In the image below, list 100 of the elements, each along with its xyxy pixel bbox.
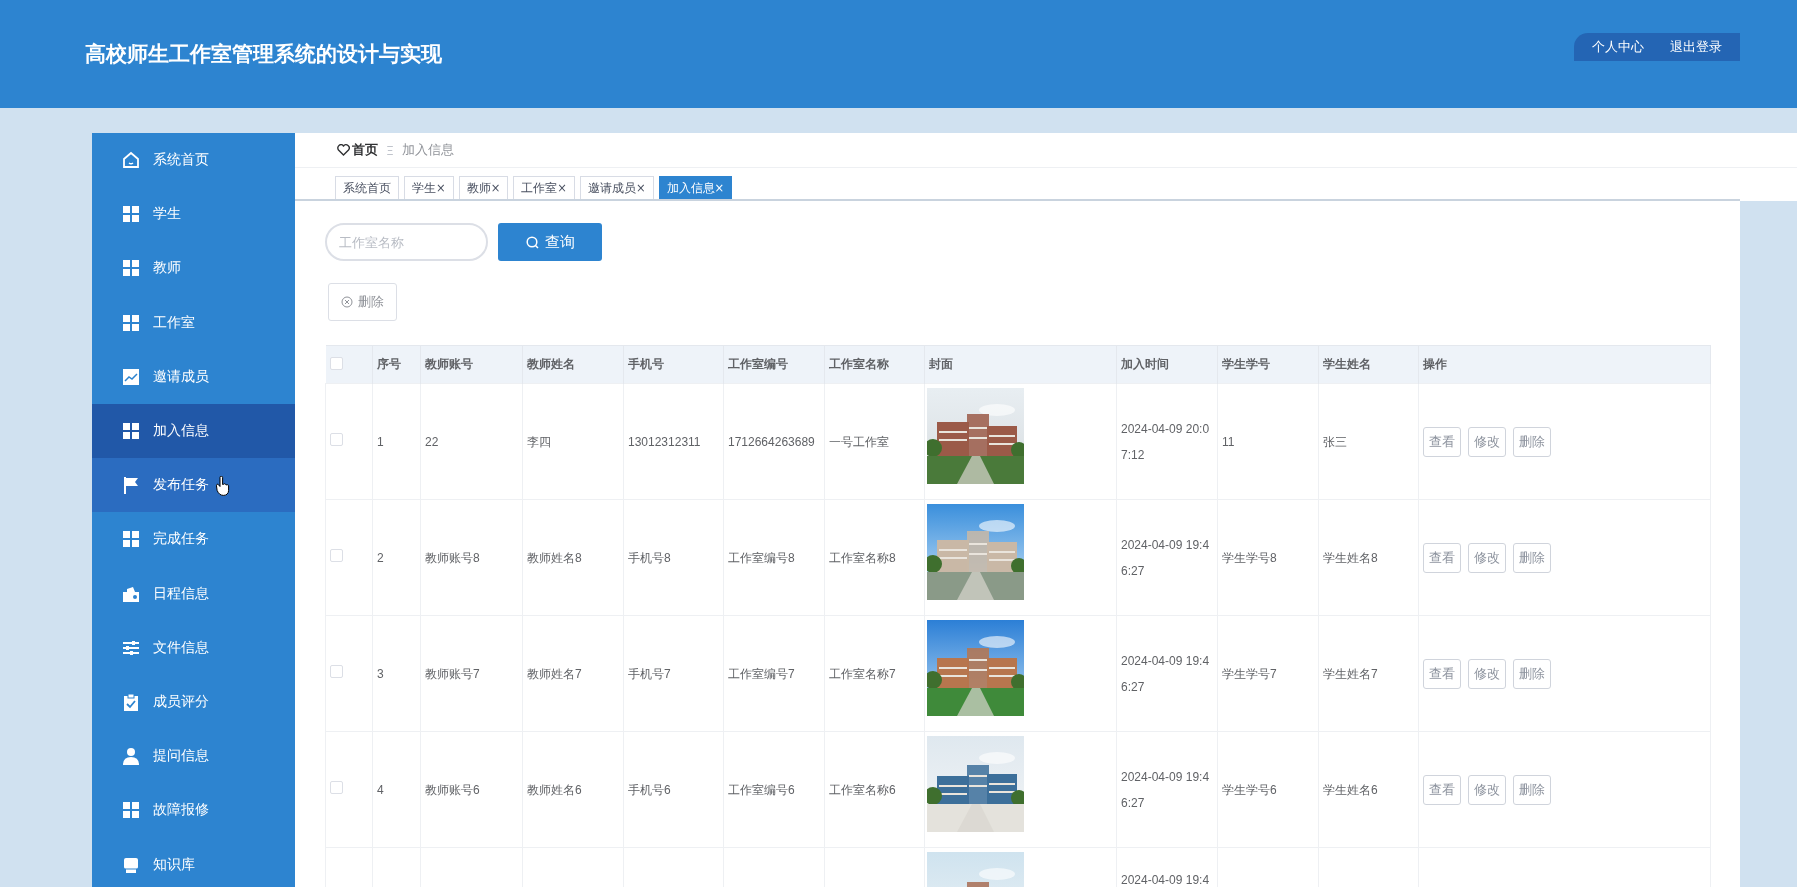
row-action-button[interactable]: 修改 (1468, 658, 1506, 689)
sidebar-item[interactable]: 提问信息 (92, 729, 295, 784)
table-cell: 手机号7 (623, 615, 724, 732)
heart-icon (337, 144, 350, 156)
column-header: 手机号 (623, 345, 724, 384)
table-cell: 工作室名称7 (824, 615, 925, 732)
page-tab[interactable]: 学生× (404, 176, 454, 199)
column-header: 学生姓名 (1318, 345, 1419, 384)
row-action-button[interactable]: 删除 (1513, 426, 1551, 457)
app-title: 高校师生工作室管理系统的设计与实现 (85, 41, 442, 68)
table-cell: 2024-04-09 20:07:12 (1116, 383, 1218, 500)
page-tab[interactable]: 加入信息× (658, 176, 733, 199)
column-header: 操作 (1418, 345, 1711, 384)
page-tab[interactable]: 教师× (458, 176, 509, 199)
table-cell: 一号工作室 (824, 383, 925, 500)
table-cell: 手机号6 (623, 731, 724, 848)
sidebar-item[interactable]: 邀请成员 (92, 349, 295, 404)
table-cell: 2 (372, 499, 421, 616)
table-cell: 2024-04-09 19:46:27 (1116, 499, 1218, 616)
table-cell: 2024-04-09 19:46:27 (1116, 615, 1218, 732)
row-checkbox[interactable] (330, 780, 343, 794)
table-cell: 教师姓名6 (522, 731, 624, 848)
column-header: 教师账号 (420, 345, 523, 384)
sidebar-item[interactable]: 工作室 (92, 295, 295, 350)
sidebar-item[interactable]: 故障报修 (92, 783, 295, 838)
column-header: 学生学号 (1217, 345, 1319, 384)
page-tab[interactable]: 邀请成员× (579, 176, 654, 199)
table-cell: 手机号8 (623, 499, 724, 616)
table-cell: 学生学号8 (1217, 499, 1319, 616)
column-header: 加入时间 (1116, 345, 1218, 384)
table-cell: 学生学号6 (1217, 731, 1319, 848)
column-header: 序号 (372, 345, 421, 384)
row-checkbox[interactable] (330, 664, 343, 678)
table-cell: 工作室编号8 (723, 499, 825, 616)
table-cell: 22 (420, 383, 523, 500)
table-cell: 工作室名称8 (824, 499, 925, 616)
table-cell: 教师账号6 (420, 731, 523, 848)
grid-icon (122, 259, 140, 278)
sidebar-item[interactable]: 文件信息 (92, 620, 295, 675)
header-link[interactable]: 个人中心 (1592, 38, 1644, 56)
delete-button[interactable]: 删除 (328, 283, 397, 321)
remove-icon (341, 296, 353, 308)
row-action-button[interactable]: 查看 (1423, 658, 1461, 689)
row-checkbox[interactable] (330, 548, 343, 562)
header-link[interactable]: 退出登录 (1670, 38, 1722, 56)
sidebar-item[interactable]: 完成任务 (92, 512, 295, 567)
hand-cursor-icon (216, 476, 230, 497)
sidebar-item[interactable]: 系统首页 (92, 133, 295, 188)
row-action-button[interactable]: 修改 (1468, 774, 1506, 805)
page-tab[interactable]: 工作室× (513, 176, 575, 199)
breadcrumb-home[interactable]: 首页 (337, 141, 378, 159)
row-action-button[interactable]: 查看 (1423, 774, 1461, 805)
table-cell: 13012312311 (623, 383, 724, 500)
grid-icon (122, 422, 140, 441)
row-action-button[interactable]: 删除 (1513, 774, 1551, 805)
row-action-button[interactable]: 修改 (1468, 426, 1506, 457)
column-header: 工作室编号 (723, 345, 825, 384)
row-action-button[interactable]: 修改 (1468, 542, 1506, 573)
table-cell: 学生学号7 (1217, 615, 1319, 732)
grid-icon (122, 801, 140, 820)
table-cell: 1712664263689 (723, 383, 825, 500)
table-cell: 教师账号7 (420, 615, 523, 732)
search-button[interactable]: 查询 (498, 223, 602, 261)
row-action-button[interactable]: 删除 (1513, 542, 1551, 573)
search-field[interactable]: 工作室名称 (325, 223, 488, 261)
user-icon (122, 747, 140, 766)
grid-icon (122, 313, 140, 332)
grid-icon (122, 530, 140, 549)
table-cell: 工作室编号6 (723, 731, 825, 848)
table-cell: 2024-04-09 19:4 (1121, 873, 1210, 887)
sidebar-item[interactable]: 学生 (92, 187, 295, 242)
sidebar-item[interactable]: 发布任务 (92, 458, 295, 513)
search-icon (525, 235, 539, 249)
table-cell: 学生姓名8 (1318, 499, 1419, 616)
row-action-button[interactable]: 删除 (1513, 658, 1551, 689)
breadcrumb-current: 加入信息 (401, 141, 454, 159)
table-cell: 11 (1217, 383, 1319, 500)
sliders-icon (122, 638, 140, 657)
table-cell: 2024-04-09 19:46:27 (1116, 731, 1218, 848)
table-cell: 张三 (1318, 383, 1419, 500)
grid-icon (122, 205, 140, 224)
sidebar-item[interactable]: 加入信息 (92, 403, 295, 459)
table-cell: 工作室名称6 (824, 731, 925, 848)
sidebar-item[interactable]: 成员评分 (92, 674, 295, 730)
chart-icon (122, 367, 140, 386)
sidebar-item[interactable]: 知识库 (92, 837, 295, 887)
row-checkbox[interactable] (330, 432, 343, 446)
row-action-button[interactable]: 查看 (1423, 426, 1461, 457)
page-tab[interactable]: 系统首页 (335, 176, 399, 199)
breadcrumb-separator: Ξ (386, 142, 394, 158)
select-all-checkbox[interactable] (329, 356, 343, 370)
flag-icon (122, 476, 140, 495)
clipboard-icon (122, 692, 140, 711)
sidebar-item[interactable]: 教师 (92, 241, 295, 296)
sidebar-item[interactable]: 日程信息 (92, 566, 295, 621)
column-header: 工作室名称 (824, 345, 925, 384)
table-cell: 教师姓名8 (522, 499, 624, 616)
table-cell: 教师账号8 (420, 499, 523, 616)
row-action-button[interactable]: 查看 (1423, 542, 1461, 573)
printer-icon (122, 855, 140, 874)
